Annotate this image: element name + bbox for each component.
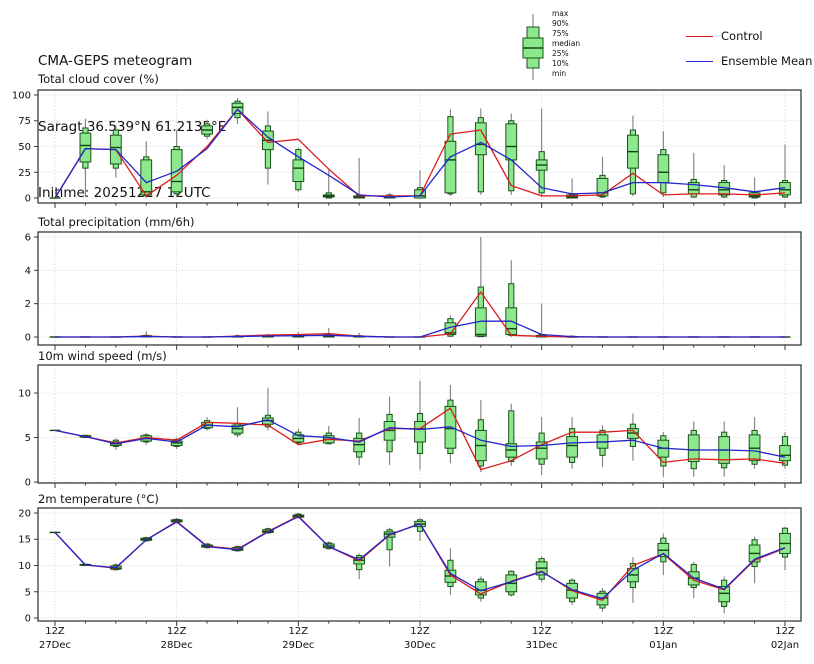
panel-title-precipitation: Total precipitation (mm/6h) (37, 215, 194, 229)
meteogram-figure: CMA-GEPS meteogram Saragt 36.539°N 61.21… (0, 0, 814, 664)
cloud-y-tick-label: 50 (18, 142, 31, 153)
x-tick-time-label: 12Z (775, 626, 795, 637)
panel-wind: 0 5 10 (18, 365, 801, 489)
x-tick-date-label: 02Jan (771, 640, 799, 651)
x-tick-date-label: 28Dec (161, 640, 193, 651)
cloud-y-tick-label: 75 (18, 116, 31, 127)
temp-y-tick-label: 0 (25, 614, 31, 625)
cloud-y-tick-label: 100 (12, 90, 31, 101)
x-tick-date-label: 27Dec (39, 640, 71, 651)
wind-y-tick-label: 5 (25, 433, 31, 444)
cloud-y-tick-label: 0 (25, 194, 31, 205)
wind-y-tick-label: 10 (18, 389, 31, 400)
precip-y-tick-label: 6 (25, 233, 31, 244)
x-tick-time-label: 12Z (654, 626, 674, 637)
x-tick-date-label: 29Dec (282, 640, 314, 651)
panel-title-temperature: 2m temperature (°C) (38, 492, 159, 506)
precip-y-tick-label: 2 (25, 299, 31, 310)
panel-title-cloud-cover: Total cloud cover (%) (37, 72, 159, 86)
wind-y-tick-label: 0 (25, 478, 31, 489)
temp-y-tick-label: 5 (25, 587, 31, 598)
cloud-y-tick-label: 25 (18, 168, 31, 179)
panel-precip: 0 2 4 6 (25, 232, 801, 350)
precip-y-tick-label: 4 (25, 266, 31, 277)
x-tick-time-label: 12Z (532, 626, 552, 637)
x-tick-time-label: 12Z (410, 626, 430, 637)
meteogram-chart: Total cloud cover (%) Total precipitatio… (0, 0, 814, 664)
panel-temp: 0 5 10 15 20 12Z 27Dec 12Z 28Dec 12Z 29Dec 12Z 30Dec… (18, 508, 801, 651)
x-tick-date-label: 01Jan (649, 640, 677, 651)
temp-y-tick-label: 15 (18, 535, 31, 546)
x-tick-date-label: 30Dec (404, 640, 436, 651)
panel-cloud: 0 25 50 75 100 (12, 90, 801, 208)
x-tick-time-label: 12Z (167, 626, 187, 637)
temp-y-tick-label: 20 (18, 508, 31, 519)
precip-control-line (55, 292, 785, 337)
precip-y-tick-label: 0 (25, 333, 31, 344)
temp-y-tick-label: 10 (18, 561, 31, 572)
x-tick-date-label: 31Dec (526, 640, 558, 651)
x-tick-time-label: 12Z (289, 626, 309, 637)
x-tick-time-label: 12Z (45, 626, 65, 637)
panel-title-wind-speed: 10m wind speed (m/s) (38, 349, 167, 363)
